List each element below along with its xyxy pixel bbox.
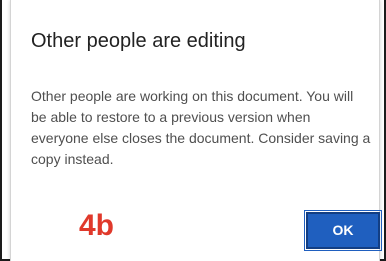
dialog-message: Other people are working on this documen… <box>31 88 371 167</box>
step-annotation-label: 4b <box>79 209 115 242</box>
dialog-title: Other people are editing <box>31 30 246 52</box>
ok-button[interactable]: OK <box>304 210 382 251</box>
editing-conflict-dialog: Other people are editing Other people ar… <box>10 0 382 261</box>
